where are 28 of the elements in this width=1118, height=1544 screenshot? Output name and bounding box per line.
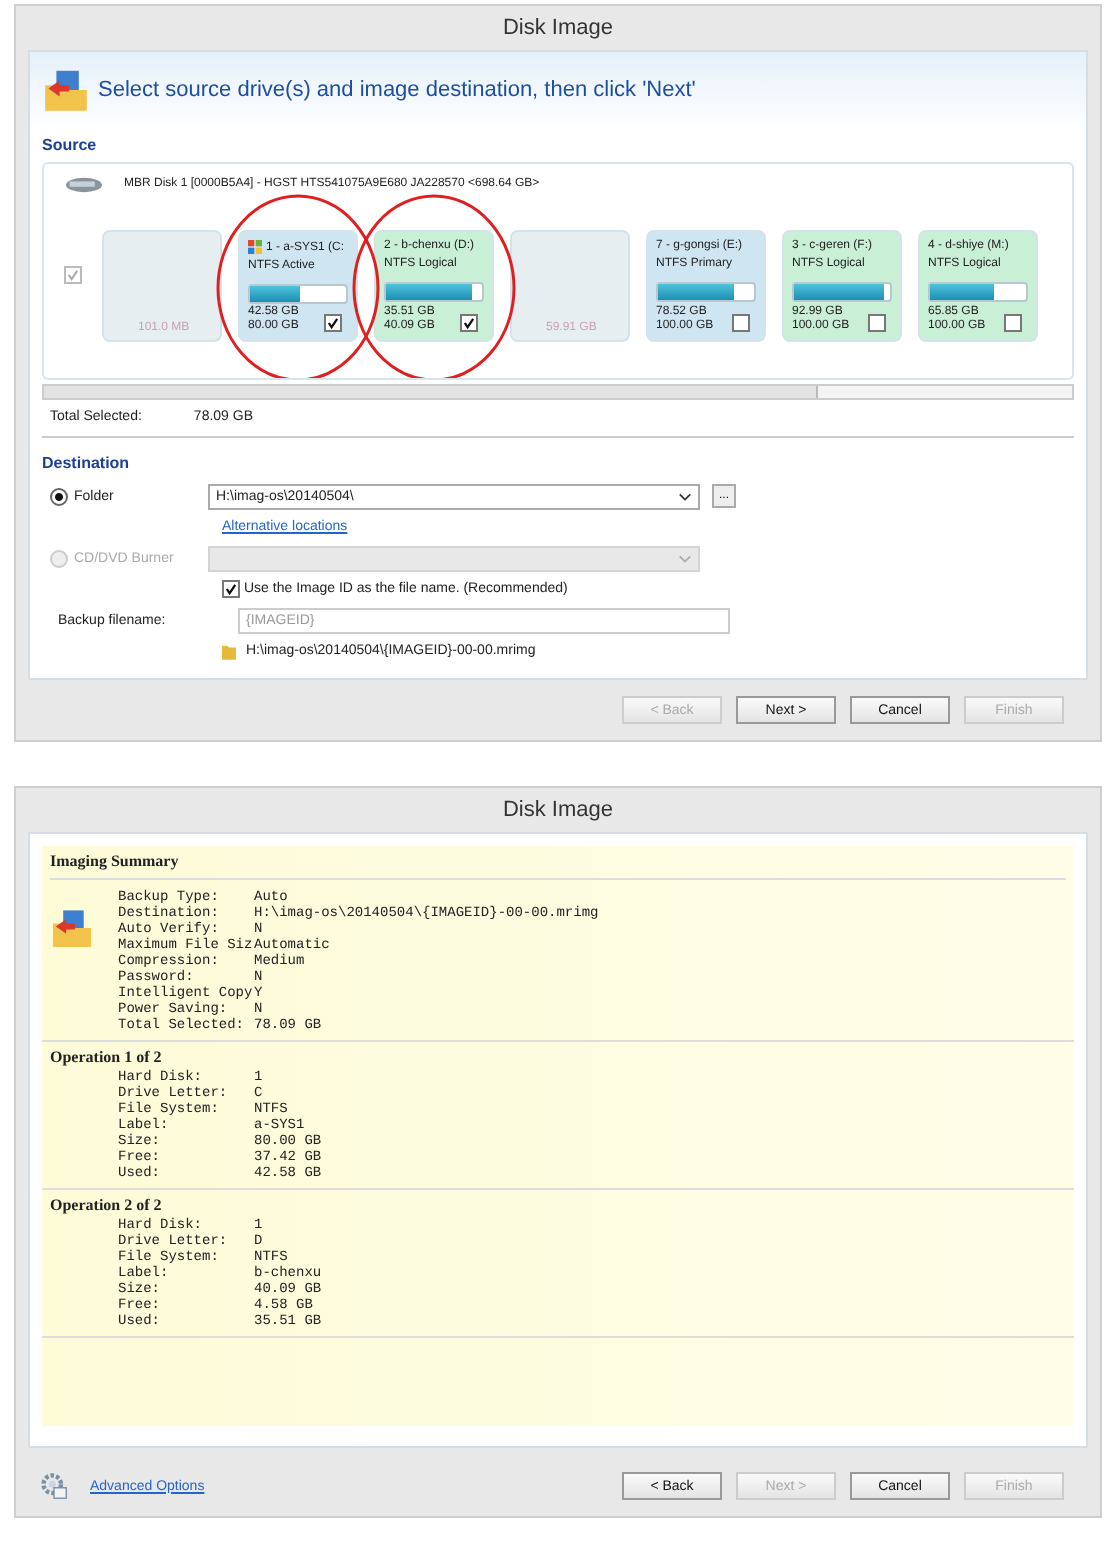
folder-icon: [42, 66, 90, 114]
partition-checkbox[interactable]: [324, 314, 342, 332]
window-title: Disk Image: [500, 14, 616, 44]
partition-checkbox[interactable]: [1004, 314, 1022, 332]
partition-checkbox[interactable]: [732, 314, 750, 332]
summary-heading: Operation 2 of 2: [50, 1198, 164, 1214]
usage-bar: [792, 282, 892, 302]
use-image-id-checkbox[interactable]: [222, 580, 240, 598]
windows-flag-icon: [248, 240, 262, 254]
instruction-text: Select source drive(s) and image destination, then click 'Next': [98, 78, 696, 102]
section-heading: Destination: [42, 454, 132, 472]
usage-bar: [656, 282, 756, 302]
folder-icon: [222, 642, 236, 660]
summary-heading: Imaging Summary: [50, 854, 1066, 880]
usage-bar: [384, 282, 484, 302]
partition-checkbox[interactable]: [460, 314, 478, 332]
usage-bar: [248, 284, 348, 304]
caret-icon: [678, 553, 692, 563]
section-heading: Source: [42, 136, 99, 154]
summary-heading: Operation 1 of 2: [50, 1050, 164, 1066]
folder-icon: [50, 906, 94, 950]
hard-disk-icon: [64, 175, 104, 193]
usage-bar: [928, 282, 1028, 302]
horizontal-scrollbar[interactable]: [42, 384, 1074, 400]
partition-checkbox[interactable]: [868, 314, 886, 332]
window-title: Disk Image: [500, 796, 616, 826]
settings-icon: [40, 1472, 68, 1500]
caret-icon: [678, 491, 692, 501]
